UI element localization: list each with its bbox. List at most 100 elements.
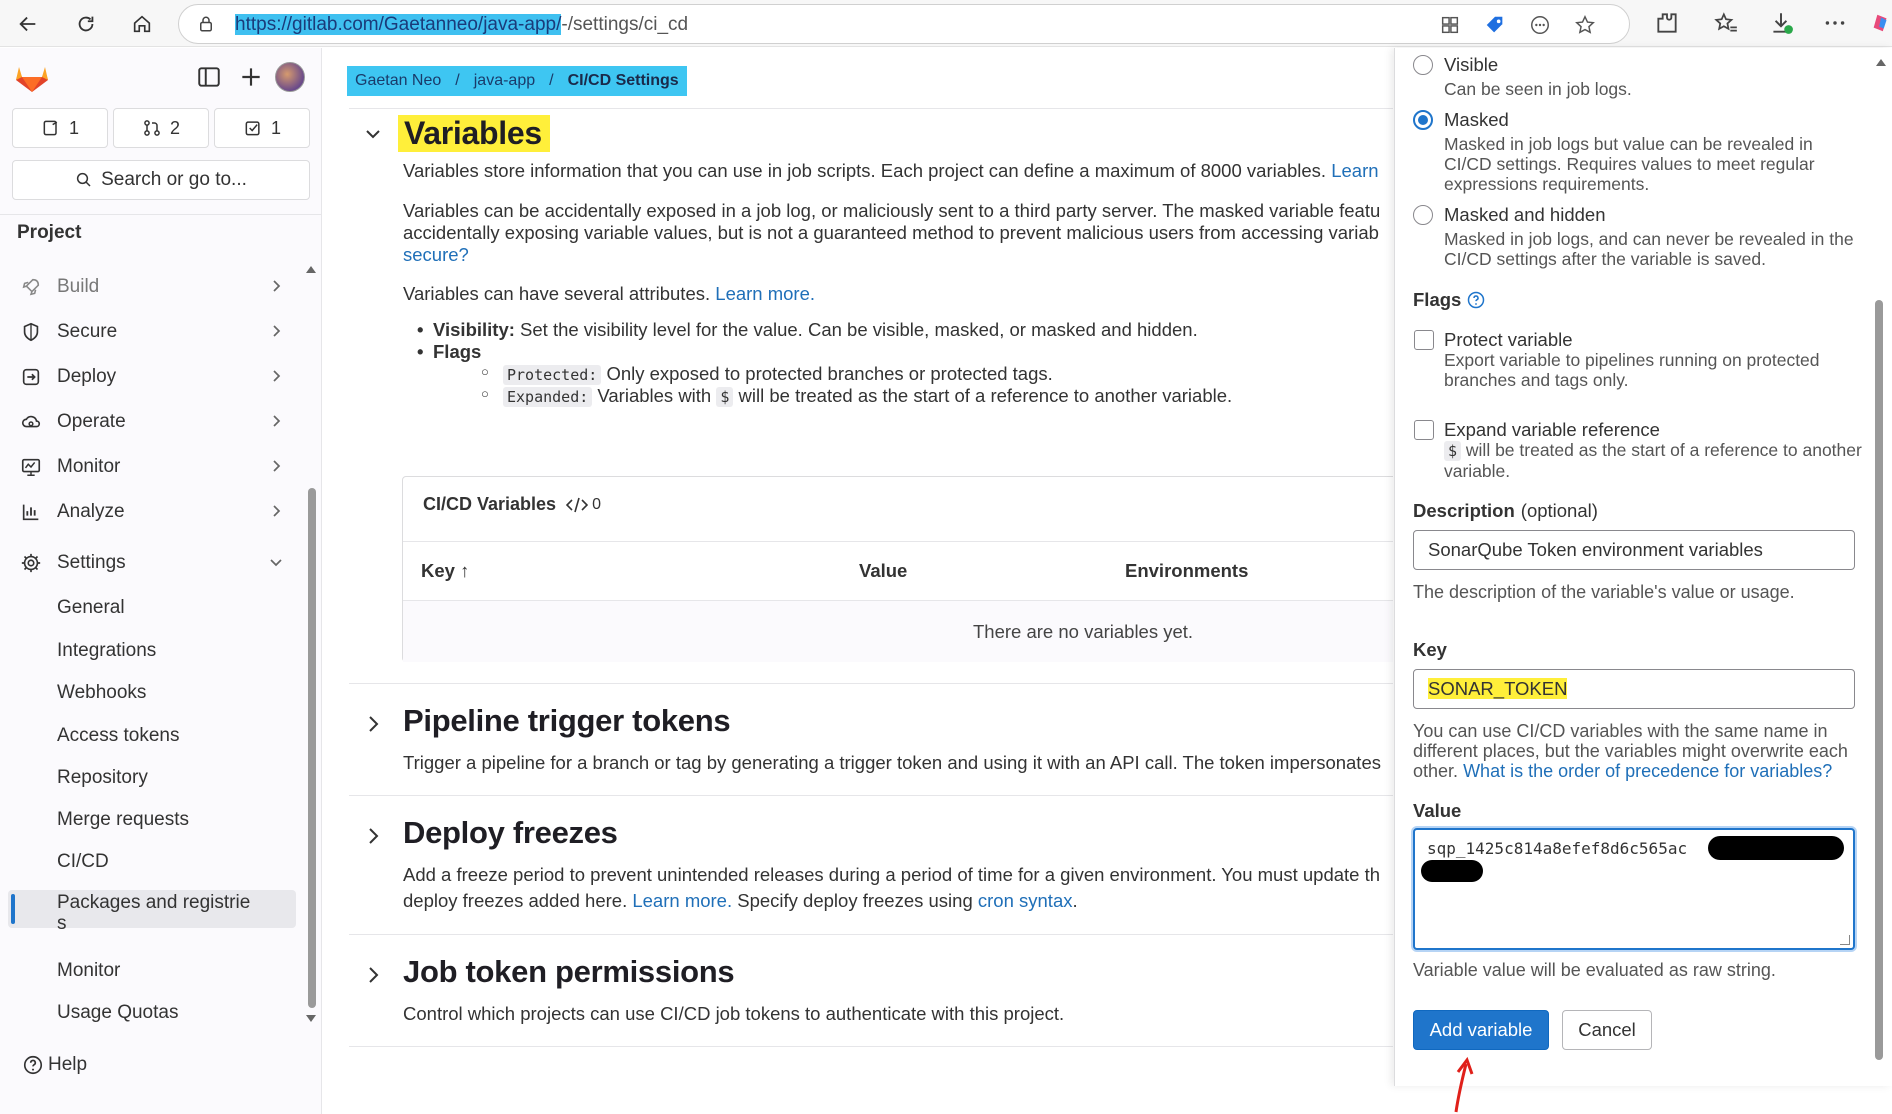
section-title-job-token-permissions[interactable]: Job token permissions [403,954,735,990]
sidebar-item-analyze[interactable]: Analyze [10,491,298,531]
sidebar-subitem-webhooks[interactable]: Webhooks [57,682,146,704]
section-desc: deploy freezes added here. Learn more. S… [403,888,1078,914]
reload-button[interactable] [70,8,102,40]
menu-dots-icon[interactable] [1822,10,1848,36]
sidebar-item-label: Monitor [57,456,121,477]
home-button[interactable] [126,8,158,40]
sidebar-item-build[interactable]: Build [10,266,298,306]
precedence-link[interactable]: What is the order of precedence for vari… [1463,761,1832,781]
search-button[interactable]: Search or go to... [12,160,310,200]
sidebar-subitem-merge-requests[interactable]: Merge requests [57,809,189,831]
learn-link[interactable]: Learn [1331,160,1378,181]
copilot-icon[interactable] [1870,10,1892,36]
sidebar-item-deploy[interactable]: Deploy [10,356,298,396]
radio-masked[interactable] [1413,110,1433,130]
add-variable-drawer: Visible Can be seen in job logs. Masked … [1394,48,1892,1086]
lock-icon [200,16,212,32]
cron-syntax-link[interactable]: cron syntax [978,890,1073,911]
add-variable-button[interactable]: Add variable [1413,1010,1549,1050]
protect-checkbox[interactable] [1414,330,1434,350]
chevron-down-icon[interactable] [362,123,384,145]
key-input[interactable]: SONAR_TOKEN [1413,669,1855,709]
sidebar-toggle-icon[interactable] [196,64,222,90]
gear-icon [21,553,41,573]
sidebar-subitem-general[interactable]: General [57,597,125,619]
secure-link[interactable]: secure? [403,242,469,268]
breadcrumb-item[interactable]: java-app [474,72,535,90]
extensions-icon[interactable] [1654,10,1680,36]
description-input[interactable]: SonarQube Token environment variables [1413,530,1855,570]
scroll-up-icon[interactable] [1874,56,1888,68]
plus-icon[interactable] [238,64,264,90]
sidebar-item-secure[interactable]: Secure [10,311,298,351]
sidebar-subitem-packages[interactable]: Packages and registrie [57,892,250,914]
divider [349,934,1393,935]
option-help: Can be seen in job logs. [1444,79,1632,99]
browser-toolbar: https://gitlab.com/Gaetanneo/java-app/-/… [0,0,1892,47]
optional-text: (optional) [1520,500,1598,521]
merge-requests-counter[interactable]: 2 [113,108,209,148]
value-textarea[interactable]: sqp_1425c814a8efef8d6c565ac [1413,828,1855,950]
sidebar-item-monitor[interactable]: Monitor [10,446,298,486]
downloads-icon[interactable] [1768,10,1794,36]
drawer-scrollbar[interactable] [1875,300,1883,1060]
section-title-deploy-freezes[interactable]: Deploy freezes [403,815,618,851]
intro-text: Variables store information that you can… [403,160,1327,181]
cancel-button[interactable]: Cancel [1562,1010,1652,1050]
expand-checkbox[interactable] [1414,420,1434,440]
flags-label-text: Flags [1413,289,1462,310]
chevron-right-icon [273,325,281,337]
sidebar-subitem-repository[interactable]: Repository [57,767,148,789]
help-link[interactable]: Help [22,1054,87,1076]
flag-expanded: Expanded: Variables with $ will be treat… [481,385,1232,407]
sidebar-subitem-integrations[interactable]: Integrations [57,640,156,662]
app-grid-icon[interactable] [1439,14,1461,36]
learn-more-link[interactable]: Learn more. [632,890,732,911]
radio-visible[interactable] [1413,55,1433,75]
column-key[interactable]: Key ↑ [421,560,469,582]
question-icon[interactable] [1467,291,1485,309]
sidebar-subitem-cicd[interactable]: CI/CD [57,851,109,873]
value-text: sqp_1425c814a8efef8d6c565ac [1427,839,1688,858]
url-selected: https://gitlab.com/Gaetanneo/java-app/ [235,14,562,35]
breadcrumb-item[interactable]: Gaetan Neo [355,72,441,90]
sidebar-subitem-packages-cont[interactable]: s [57,913,67,935]
chevron-right-icon[interactable] [362,964,384,986]
count-value: 0 [592,495,601,513]
reload-icon [78,16,94,32]
scroll-up-icon[interactable] [304,263,318,275]
sidebar-subitem-usage-quotas[interactable]: Usage Quotas [57,1002,178,1024]
value-help: Variable value will be evaluated as raw … [1413,960,1776,980]
main-content: Gaetan Neo / java-app / CI/CD Settings V… [323,48,1393,1114]
sidebar-scrollbar[interactable] [308,488,316,1008]
favorite-star-icon[interactable] [1574,14,1596,36]
chevron-right-icon[interactable] [362,713,384,735]
chevron-right-icon[interactable] [362,825,384,847]
avatar[interactable] [275,62,305,92]
favorites-icon[interactable] [1713,10,1739,36]
cicd-variables-card: CI/CD Variables 0 Key ↑ Value Environmen… [402,476,1393,662]
section-desc: Add a freeze period to prevent unintende… [403,864,1381,885]
code-snippet: Expanded: [503,387,593,407]
address-bar[interactable]: https://gitlab.com/Gaetanneo/java-app/-/… [178,4,1630,44]
learn-more-link[interactable]: Learn more. [715,283,815,304]
tag-icon[interactable] [1484,14,1506,36]
sidebar-subitem-access-tokens[interactable]: Access tokens [57,725,180,747]
bullet-visibility: Visibility: Set the visibility level for… [417,319,1198,341]
gitlab-logo-icon[interactable] [14,60,50,94]
flag-text: Variables with [597,385,712,406]
divider [349,683,1393,684]
sidebar-item-settings[interactable]: Settings [10,542,298,582]
more-circle-icon[interactable] [1529,14,1551,36]
back-button[interactable] [12,8,44,40]
issues-counter[interactable]: 1 [12,108,108,148]
section-title-pipeline-trigger-tokens[interactable]: Pipeline trigger tokens [403,703,731,739]
sidebar-item-operate[interactable]: Operate [10,401,298,441]
todos-counter[interactable]: 1 [214,108,310,148]
flag-text: Only exposed to protected branches or pr… [606,363,1053,384]
radio-masked-hidden[interactable] [1413,205,1433,225]
sidebar-subitem-monitor[interactable]: Monitor [57,960,120,982]
resize-handle-icon[interactable] [1840,935,1850,945]
checkbox-label: Expand variable reference [1444,419,1660,440]
scroll-down-icon[interactable] [304,1013,318,1025]
